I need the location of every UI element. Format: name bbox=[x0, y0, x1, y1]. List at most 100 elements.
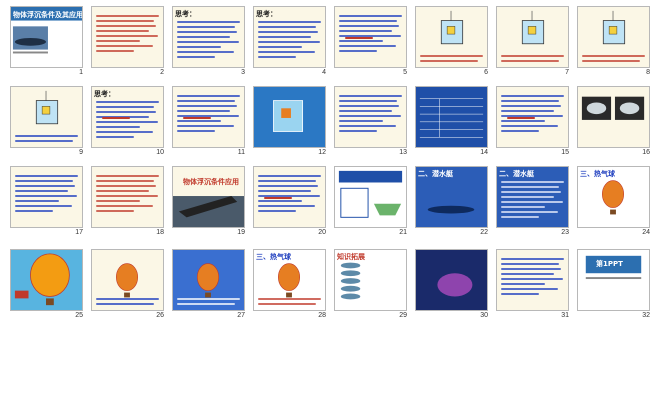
slide-thumbnail[interactable]: 7 bbox=[492, 3, 573, 83]
slide-title: 三、热气球 bbox=[256, 253, 291, 261]
slide-thumbnail[interactable]: 25 bbox=[6, 246, 87, 326]
slide-preview bbox=[10, 86, 83, 148]
slide-preview bbox=[10, 249, 83, 311]
slide-number: 1 bbox=[79, 69, 83, 76]
slide-number: 25 bbox=[75, 312, 83, 319]
slide-number: 12 bbox=[318, 149, 326, 156]
slide-title: 三、热气球 bbox=[580, 170, 615, 178]
slide-text-lines bbox=[339, 15, 402, 55]
slide-preview bbox=[496, 6, 569, 68]
slide-title: 物体浮沉条件及其应用 bbox=[13, 11, 83, 19]
slide-number: 7 bbox=[565, 69, 569, 76]
slide-thumbnail[interactable]: 30 bbox=[411, 246, 492, 326]
slide-number: 24 bbox=[642, 229, 650, 236]
slide-thumbnail[interactable]: 9 bbox=[6, 83, 87, 163]
slide-title: 二、潜水艇 bbox=[418, 170, 453, 178]
slide-number: 10 bbox=[156, 149, 164, 156]
slide-thumbnail[interactable]: 5 bbox=[330, 3, 411, 83]
slide-text-lines bbox=[177, 95, 240, 135]
slide-thumbnail[interactable]: 6 bbox=[411, 3, 492, 83]
slide-thumbnail[interactable]: 物体浮沉条件应用 19 bbox=[168, 163, 249, 243]
slide-preview bbox=[334, 166, 407, 228]
slide-title: 思考： bbox=[175, 10, 196, 18]
slide-thumbnail[interactable]: 二、潜水艇 22 bbox=[411, 163, 492, 243]
slide-thumbnail[interactable]: 27 bbox=[168, 246, 249, 326]
slide-text-lines bbox=[96, 175, 159, 215]
slide-number: 6 bbox=[484, 69, 488, 76]
slide-thumbnail[interactable]: 三、热气球 24 bbox=[573, 163, 654, 243]
slide-thumbnail[interactable]: 20 bbox=[249, 163, 330, 243]
slide-preview bbox=[253, 166, 326, 228]
slide-preview: 思考： bbox=[172, 6, 245, 68]
slide-preview bbox=[334, 86, 407, 148]
slide-text-lines bbox=[420, 55, 483, 65]
slide-number: 19 bbox=[237, 229, 245, 236]
slide-thumbnail[interactable]: 8 bbox=[573, 3, 654, 83]
slide-text-lines bbox=[177, 21, 240, 61]
slide-illustration bbox=[419, 98, 484, 138]
slide-thumbnail[interactable]: 第1PPT 32 bbox=[573, 246, 654, 326]
slide-thumbnail[interactable]: 18 bbox=[87, 163, 168, 243]
slide-preview: 二、潜水艇 bbox=[496, 166, 569, 228]
slide-number: 29 bbox=[399, 312, 407, 319]
slide-number: 9 bbox=[79, 149, 83, 156]
slide-preview bbox=[577, 6, 650, 68]
slide-thumbnail[interactable]: 13 bbox=[330, 83, 411, 163]
slide-thumbnail[interactable]: 思考： 4 bbox=[249, 3, 330, 83]
slide-number: 4 bbox=[322, 69, 326, 76]
slide-number: 5 bbox=[403, 69, 407, 76]
slide-preview: 知识拓展 bbox=[334, 249, 407, 311]
slide-illustration bbox=[273, 100, 304, 132]
slide-number: 20 bbox=[318, 229, 326, 236]
slide-number: 2 bbox=[160, 69, 164, 76]
slide-preview bbox=[415, 86, 488, 148]
slide-preview bbox=[91, 166, 164, 228]
slide-thumbnail[interactable]: 14 bbox=[411, 83, 492, 163]
slide-thumbnail[interactable]: 16 bbox=[573, 83, 654, 163]
slide-thumbnail[interactable]: 15 bbox=[492, 83, 573, 163]
slide-preview: 物体浮沉条件及其应用 bbox=[10, 6, 83, 68]
slide-text-lines bbox=[96, 15, 159, 55]
slide-title: 知识拓展 bbox=[337, 253, 365, 261]
slide-illustration bbox=[581, 96, 645, 120]
slide-number: 17 bbox=[75, 229, 83, 236]
slide-thumbnail[interactable]: 知识拓展 29 bbox=[330, 246, 411, 326]
slide-text-lines bbox=[501, 258, 564, 298]
slide-thumbnail[interactable]: 21 bbox=[330, 163, 411, 243]
slide-thumbnail[interactable]: 物体浮沉条件及其应用 1 bbox=[6, 3, 87, 83]
slide-thumbnail[interactable]: 2 bbox=[87, 3, 168, 83]
slide-thumbnail[interactable]: 12 bbox=[249, 83, 330, 163]
slide-text-lines bbox=[96, 101, 159, 141]
slide-preview bbox=[172, 249, 245, 311]
slide-thumbnail[interactable]: 三、热气球 28 bbox=[249, 246, 330, 326]
slide-title: 二、潜水艇 bbox=[499, 170, 534, 178]
slide-illustration bbox=[173, 196, 244, 227]
slide-preview: 思考： bbox=[91, 86, 164, 148]
slide-text-lines bbox=[339, 95, 402, 135]
slide-preview bbox=[496, 86, 569, 148]
slide-preview bbox=[577, 86, 650, 148]
slide-text-lines bbox=[501, 55, 564, 65]
slide-thumbnail[interactable]: 11 bbox=[168, 83, 249, 163]
slide-preview bbox=[253, 86, 326, 148]
slide-number: 21 bbox=[399, 229, 407, 236]
slide-thumbnail[interactable]: 二、潜水艇 23 bbox=[492, 163, 573, 243]
slide-thumbnail[interactable]: 17 bbox=[6, 163, 87, 243]
slide-preview: 第1PPT bbox=[577, 249, 650, 311]
slide-thumbnail[interactable]: 思考： 3 bbox=[168, 3, 249, 83]
slide-text-lines bbox=[258, 298, 321, 308]
slide-text-lines bbox=[15, 175, 78, 215]
slide-thumbnail[interactable]: 26 bbox=[87, 246, 168, 326]
slide-number: 30 bbox=[480, 312, 488, 319]
slide-thumbnail[interactable]: 思考： 10 bbox=[87, 83, 168, 163]
slide-number: 13 bbox=[399, 149, 407, 156]
slide-highlight-line bbox=[507, 117, 536, 119]
slide-highlight-line bbox=[183, 117, 212, 119]
slide-title: 思考： bbox=[256, 10, 277, 18]
slide-thumbnail[interactable]: 31 bbox=[492, 246, 573, 326]
slide-number: 15 bbox=[561, 149, 569, 156]
slide-title: 第1PPT bbox=[596, 260, 623, 268]
slide-preview: 物体浮沉条件应用 bbox=[172, 166, 245, 228]
slide-number: 23 bbox=[561, 229, 569, 236]
slide-preview bbox=[415, 6, 488, 68]
